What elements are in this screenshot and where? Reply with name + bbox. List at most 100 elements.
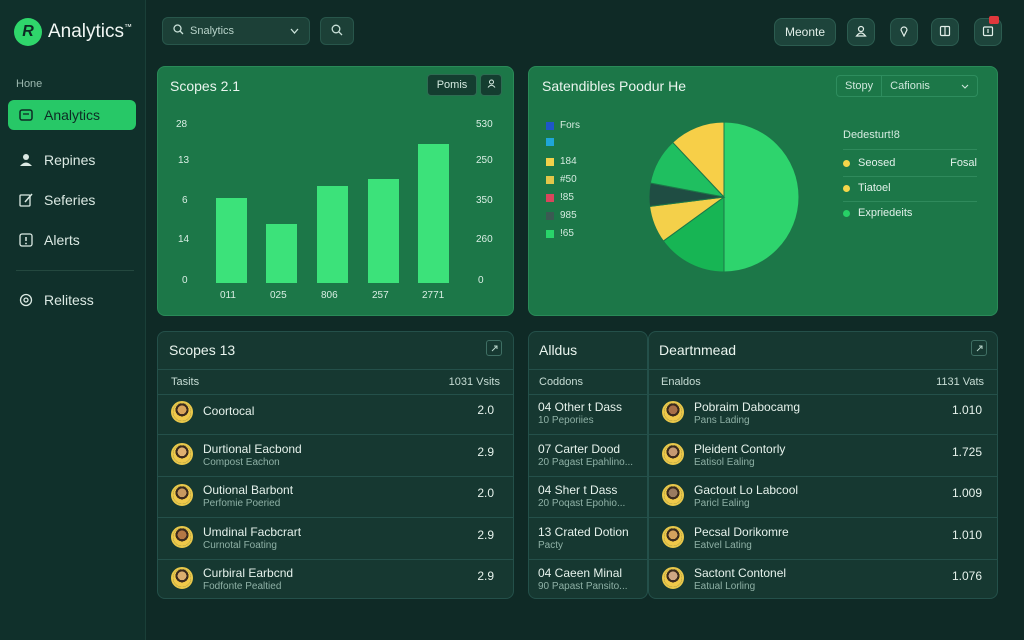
external-link-icon[interactable] (486, 340, 502, 356)
legend-label: 184 (560, 156, 577, 167)
row-title[interactable]: Coortocal (203, 404, 254, 418)
book-button[interactable] (931, 18, 959, 46)
chevron-down-icon (961, 80, 977, 92)
legend-swatch (546, 211, 554, 220)
row-title[interactable]: 04 Other t Dass (538, 400, 622, 414)
sidebar-item-relitess[interactable]: Relitess (8, 285, 136, 315)
row-title[interactable]: Curbiral Earbcnd (203, 566, 293, 580)
search-button[interactable] (320, 17, 354, 45)
header-divider (529, 369, 647, 370)
avatar (662, 401, 684, 423)
location-button[interactable] (890, 18, 918, 46)
app-logo[interactable]: R Analytics™ (14, 18, 132, 46)
legend-dot (843, 159, 850, 167)
user-icon (855, 25, 867, 40)
row-value: 1.725 (951, 444, 982, 459)
at-icon (18, 292, 34, 308)
expand-button[interactable] (480, 74, 502, 96)
sidebar-section-label: Hone (16, 78, 43, 90)
row-title[interactable]: 13 Crated Dotion (538, 525, 629, 539)
sidebar-item-repines[interactable]: Repines (8, 145, 136, 175)
y-tick-right: 530 (476, 119, 493, 130)
row-title[interactable]: Sactont Contonel (694, 566, 786, 580)
row-title[interactable]: Outional Barbont (203, 483, 293, 497)
header-divider (158, 369, 513, 370)
search-icon (173, 24, 184, 38)
row-value: 1.010 (951, 527, 982, 542)
row-value: 2.9 (477, 527, 494, 542)
sidebar-item-label: Seferies (44, 192, 96, 208)
row-value: 2.0 (477, 486, 494, 500)
row-title[interactable]: Durtional Eacbond (203, 442, 302, 456)
row-title[interactable]: 04 Caeen Minal (538, 566, 622, 580)
sidebar-item-analytics[interactable]: Analytics (8, 100, 136, 130)
legend-label: #50 (560, 174, 577, 185)
meonte-button[interactable]: Meonte (774, 18, 836, 46)
row-subtitle: 20 Poqast Epohio... (538, 498, 626, 509)
column-header: Enaldos (661, 376, 701, 388)
row-subtitle: Paricl Ealing (694, 498, 750, 509)
sidebar-item-seferies[interactable]: Seferies (8, 185, 136, 215)
y-tick-right: 350 (476, 195, 493, 206)
y-tick-left: 14 (178, 234, 190, 245)
row-divider (649, 434, 997, 435)
y-tick-left: 28 (176, 119, 188, 130)
legend-item: Tiatoel (843, 182, 977, 194)
legend-dot (843, 209, 850, 217)
legend-swatch (546, 229, 554, 238)
column-header: 1031 Vsits (448, 376, 500, 388)
bar (368, 179, 399, 283)
row-title[interactable]: 04 Sher t Dass (538, 483, 617, 497)
row-divider (158, 558, 513, 560)
row-title[interactable]: Gactout Lo Labcool (694, 483, 798, 497)
legend-dot (843, 184, 850, 192)
avatar (171, 401, 193, 423)
user-button[interactable] (847, 18, 875, 46)
legend-item: !85 (546, 192, 574, 203)
x-tick-label: 806 (321, 290, 338, 301)
sidebar-item-alerts[interactable]: Alerts (8, 225, 136, 255)
row-divider (529, 558, 647, 560)
external-link-icon[interactable] (971, 340, 987, 356)
chevron-down-icon (290, 25, 299, 37)
y-tick-left: 6 (182, 195, 188, 206)
sidebar: R Analytics™ Hone Analytics Repines Sefe… (0, 0, 146, 640)
y-tick-left: 0 (182, 275, 188, 286)
row-title[interactable]: Pleident Contorly (694, 442, 785, 456)
row-subtitle: 90 Papast Pansito... (538, 581, 628, 592)
legend-label: Expriedeits (858, 207, 913, 219)
row-subtitle: 20 Pagast Epahlino... (538, 456, 634, 468)
pomis-button[interactable]: Pomis (427, 74, 477, 96)
header-divider (649, 369, 997, 370)
legend-divider (843, 149, 977, 150)
avatar-face (173, 444, 191, 463)
avatar-face (664, 444, 682, 463)
bar-chart-title: Scopes 2.1 (170, 78, 241, 94)
y-tick-right: 260 (476, 234, 493, 245)
legend-item: #50 (546, 174, 577, 185)
sidebar-item-label: Analytics (44, 107, 101, 123)
sidebar-item-label: Alerts (44, 232, 80, 248)
sidebar-item-label: Repines (44, 152, 96, 168)
bar (418, 144, 449, 283)
app-title-text: Analytics (48, 21, 125, 42)
bar (266, 224, 297, 283)
avatar-face (173, 403, 191, 421)
row-title[interactable]: Pobraim Dabocamg (694, 400, 800, 414)
legend-swatch (546, 193, 554, 202)
row-title[interactable]: Umdinal Facbcrart (203, 525, 301, 539)
search-select[interactable]: Snalytics (162, 17, 310, 45)
legend-value: Fosal (950, 157, 977, 169)
row-title[interactable]: 07 Carter Dood (538, 442, 620, 456)
notifications-button[interactable] (974, 16, 1002, 46)
sidebar-item-label: Relitess (44, 292, 94, 308)
x-tick-label: 011 (220, 290, 236, 301)
row-divider (529, 475, 647, 477)
row-title[interactable]: Pecsal Dorikomre (694, 525, 789, 539)
row-value: 2.9 (477, 444, 494, 459)
category-select[interactable]: Stopy Cafionis (836, 75, 978, 97)
row-value: 1.010 (951, 403, 982, 417)
row-subtitle: Pans Lading (694, 415, 750, 426)
row-divider (158, 434, 513, 435)
row-subtitle: Eatvel Lating (694, 539, 752, 551)
